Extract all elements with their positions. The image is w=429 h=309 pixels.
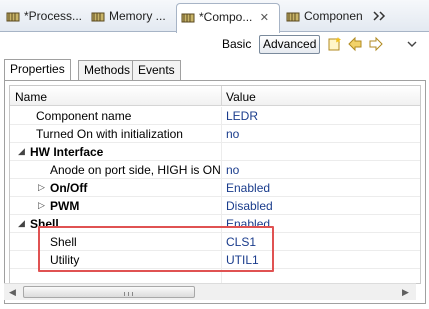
- column-header-value[interactable]: Value: [226, 90, 256, 104]
- property-value[interactable]: no: [226, 127, 239, 141]
- component-editor-icon: [181, 13, 195, 23]
- grid-header: Name Value: [10, 86, 420, 106]
- property-name: Component name: [36, 109, 132, 123]
- component-editor-icon: [91, 12, 105, 22]
- inspector-tabs: Properties Methods Events: [4, 59, 424, 80]
- expand-triangle-icon[interactable]: ▷: [38, 200, 48, 210]
- property-group-name: PWM: [50, 199, 80, 213]
- tab-events[interactable]: Events: [132, 60, 181, 80]
- highlight-annotation-box: [38, 226, 274, 272]
- property-group-name: On/Off: [50, 181, 88, 195]
- property-group-row[interactable]: ▷ On/Off Enabled: [10, 179, 420, 197]
- property-name: Turned On with initialization: [36, 127, 183, 141]
- editor-tab-processor[interactable]: *Process...: [2, 3, 87, 32]
- expand-triangle-icon[interactable]: ▷: [38, 182, 48, 192]
- property-name: Anode on port side, HIGH is ON: [50, 163, 221, 177]
- scroll-left-icon[interactable]: ◀: [4, 284, 21, 300]
- property-group-row[interactable]: ▷ PWM Disabled: [10, 197, 420, 215]
- property-value[interactable]: LEDR: [226, 109, 258, 123]
- property-row[interactable]: Turned On with initialization no: [10, 125, 420, 143]
- editor-tab-strip: *Process... Memory ... *Compo... ✕ Compo…: [0, 0, 429, 33]
- property-value[interactable]: Enabled: [226, 181, 270, 195]
- editor-tab-memory[interactable]: Memory ...: [87, 3, 175, 32]
- advanced-mode-button[interactable]: Advanced: [259, 35, 321, 54]
- new-note-icon[interactable]: [326, 36, 342, 52]
- basic-mode-button[interactable]: Basic: [222, 37, 251, 51]
- property-value[interactable]: no: [226, 163, 239, 177]
- editor-tab-label: *Process...: [24, 9, 83, 23]
- editor-tab-label: Componen: [304, 9, 363, 23]
- more-tabs-icon[interactable]: [372, 9, 388, 23]
- collapse-triangle-icon[interactable]: ◢: [18, 146, 28, 156]
- column-header-name[interactable]: Name: [15, 90, 47, 104]
- property-group-row[interactable]: ◢ HW Interface: [10, 143, 420, 161]
- editor-tab-label: *Compo...: [199, 10, 253, 24]
- component-editor-icon: [286, 12, 300, 22]
- tab-properties[interactable]: Properties: [4, 59, 71, 80]
- scroll-right-icon[interactable]: ▶: [397, 284, 414, 300]
- editor-tab-component[interactable]: Componen: [282, 3, 372, 32]
- view-menu-chevron-icon[interactable]: [404, 36, 420, 52]
- horizontal-scrollbar[interactable]: ◀ ▶: [4, 283, 416, 300]
- editor-tab-component-active[interactable]: *Compo... ✕: [176, 3, 280, 33]
- collapse-triangle-icon[interactable]: ◢: [18, 218, 28, 228]
- property-row[interactable]: Anode on port side, HIGH is ON no: [10, 161, 420, 179]
- property-row[interactable]: Component name LEDR: [10, 107, 420, 125]
- inspector-toolbar: Basic Advanced: [0, 32, 429, 56]
- property-value[interactable]: Disabled: [226, 199, 273, 213]
- close-icon[interactable]: ✕: [260, 12, 269, 24]
- arrow-left-icon[interactable]: [347, 36, 363, 52]
- property-group-name: HW Interface: [30, 145, 104, 159]
- arrow-right-icon[interactable]: [368, 36, 384, 52]
- tab-methods[interactable]: Methods: [78, 60, 137, 80]
- scrollbar-thumb[interactable]: [23, 286, 195, 298]
- component-editor-icon: [6, 12, 20, 22]
- editor-tab-label: Memory ...: [109, 9, 166, 23]
